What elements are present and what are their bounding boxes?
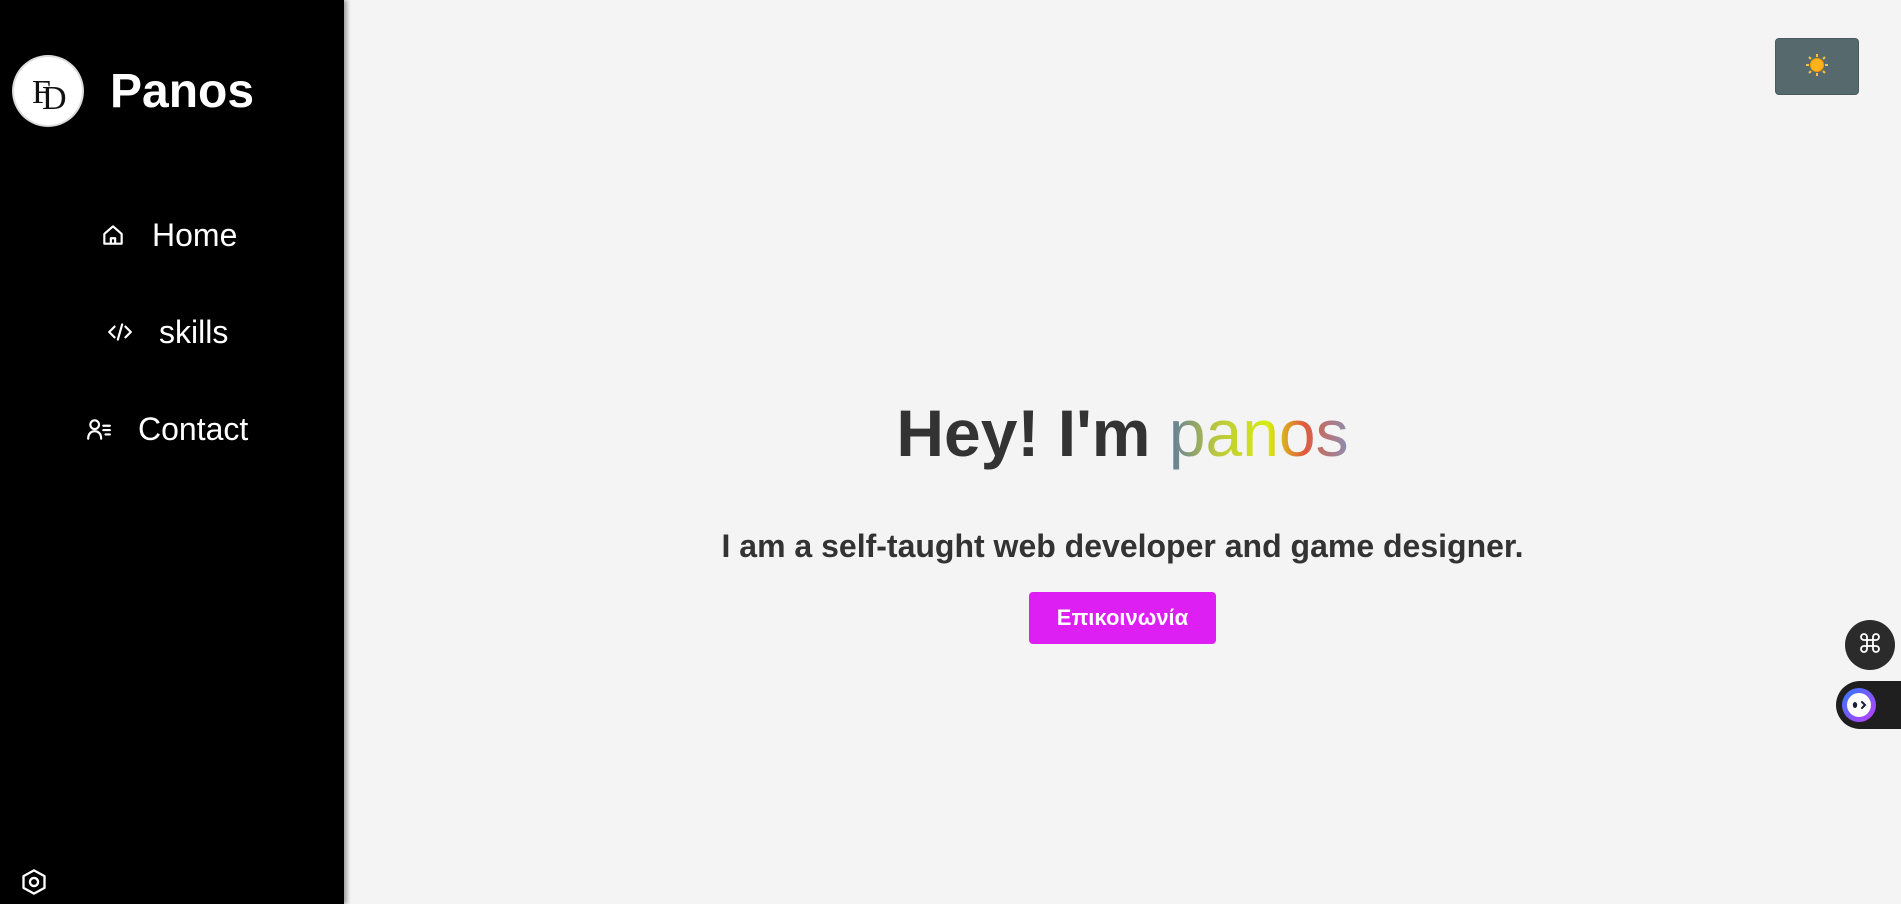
hero-name: panos — [1168, 396, 1349, 470]
brand-name[interactable]: Panos — [110, 64, 254, 120]
sidebar-item-label: skills — [159, 313, 229, 350]
command-icon — [1858, 631, 1882, 660]
sidebar-item-skills[interactable]: skills — [107, 308, 228, 356]
sidebar-item-label: Contact — [138, 410, 249, 447]
sidebar-item-contact[interactable]: Contact — [86, 405, 248, 453]
theme-toggle-button[interactable] — [1775, 38, 1859, 95]
sidebar: F D Panos Home skills Contact — [0, 0, 344, 904]
bot-face-icon — [1842, 688, 1876, 722]
contact-cta-button[interactable]: Επικοινωνία — [1029, 592, 1216, 644]
home-icon — [100, 222, 126, 248]
hero-title: Hey! I'm panos — [344, 395, 1901, 471]
assistant-launcher-button[interactable] — [1836, 681, 1901, 729]
code-icon — [107, 319, 133, 345]
sidebar-item-home[interactable]: Home — [100, 211, 237, 259]
hero-greeting: Hey! I'm — [896, 396, 1151, 470]
hero-subtitle: I am a self-taught web developer and gam… — [721, 528, 1524, 564]
fd-monogram-logo[interactable]: F D — [14, 57, 82, 125]
hexagon-settings-icon[interactable] — [20, 868, 48, 896]
sidebar-item-label: Home — [152, 216, 238, 253]
contact-list-icon — [86, 416, 112, 442]
svg-text:D: D — [42, 80, 67, 117]
sun-icon — [1805, 53, 1829, 80]
command-menu-button[interactable] — [1845, 620, 1895, 670]
